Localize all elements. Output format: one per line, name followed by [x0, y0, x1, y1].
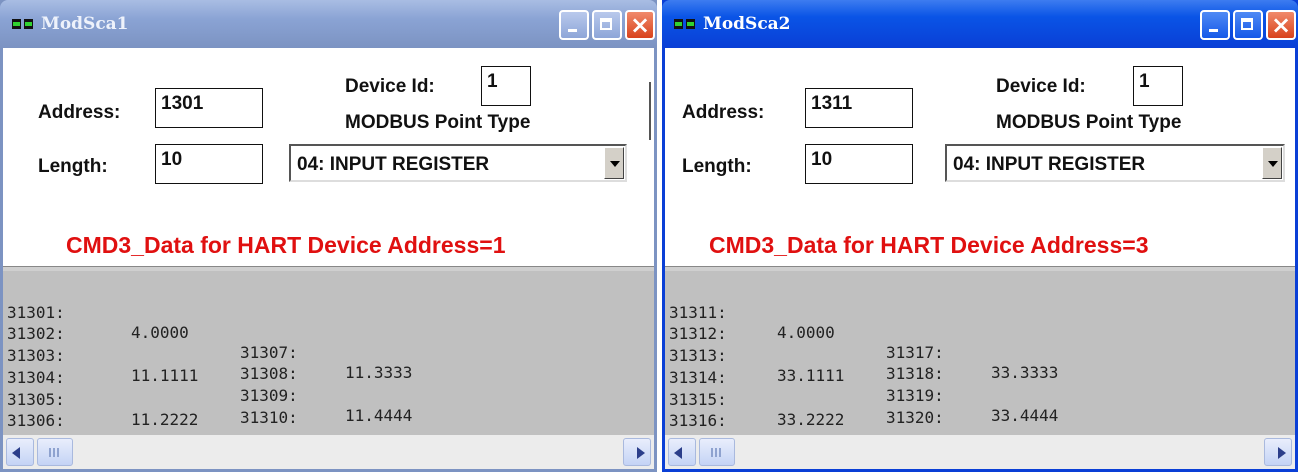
- close-icon: ×: [629, 11, 651, 39]
- scroll-thumb[interactable]: [699, 438, 735, 466]
- register-value: 4.0000: [777, 323, 835, 342]
- scroll-right-icon[interactable]: [1264, 438, 1292, 466]
- table-row: 31315: 33.2222: [669, 370, 844, 429]
- register-address: 31319:: [886, 386, 944, 405]
- register-address: 31316:: [669, 411, 727, 430]
- table-row: 31316:: [669, 391, 727, 430]
- register-value: 33.4444: [991, 406, 1059, 425]
- device-id-label: Device Id:: [996, 76, 1086, 97]
- table-row: 31311: 4.0000 31317: 33.3333: [669, 283, 1058, 382]
- close-button[interactable]: ×: [1266, 10, 1296, 40]
- register-address: 31307:: [240, 343, 298, 362]
- register-value: 11.1111: [131, 366, 199, 385]
- maximize-button[interactable]: [1233, 10, 1263, 40]
- register-value: 11.3333: [345, 363, 413, 382]
- table-row: 31304: 31310:: [7, 348, 298, 427]
- address-field[interactable]: 1311: [805, 88, 913, 128]
- length-field[interactable]: 10: [155, 144, 263, 184]
- point-type-select[interactable]: 04: INPUT REGISTER: [289, 144, 627, 182]
- table-row: 31314: 31320:: [669, 348, 944, 427]
- point-type-value: 04: INPUT REGISTER: [953, 154, 1146, 175]
- point-type-value: 04: INPUT REGISTER: [297, 154, 490, 175]
- close-button[interactable]: ×: [625, 10, 655, 40]
- address-label: Address:: [38, 102, 121, 123]
- app-icon: [12, 19, 34, 29]
- divider-mark: [649, 82, 651, 140]
- table-row: 31306:: [7, 391, 65, 430]
- modscan-window-1: ModSca1 × Address: 1301 Length: 10 Devic…: [0, 0, 657, 472]
- table-row: 31313: 33.1111 31319: 33.4444: [669, 326, 1058, 425]
- chevron-down-icon[interactable]: [1262, 147, 1282, 179]
- register-value: 33.3333: [991, 363, 1059, 382]
- register-address: 31306:: [7, 411, 65, 430]
- register-value: 11.4444: [345, 406, 413, 425]
- address-field[interactable]: 1301: [155, 88, 263, 128]
- table-row: 31312: 31318:: [669, 304, 944, 383]
- device-id-field[interactable]: 1: [1133, 66, 1183, 106]
- horizontal-scrollbar[interactable]: [3, 435, 654, 469]
- window-title: ModSca2: [703, 14, 791, 34]
- modscan-window-2: ModSca2 × Address: 1311 Length: 10 Devic…: [662, 0, 1298, 472]
- point-type-select[interactable]: 04: INPUT REGISTER: [945, 144, 1285, 182]
- register-data-area: 31301: 4.0000 31307: 11.3333 31302: 3130…: [3, 271, 654, 435]
- device-id-label: Device Id:: [345, 76, 435, 97]
- title-bar[interactable]: ModSca1 ×: [0, 0, 657, 48]
- length-label: Length:: [682, 156, 752, 177]
- register-address: 31310:: [240, 408, 298, 427]
- register-address: 31318:: [886, 364, 944, 383]
- register-address: 31308:: [240, 364, 298, 383]
- register-address: 31317:: [886, 343, 944, 362]
- register-data-area: 31311: 4.0000 31317: 33.3333 31312: 3131…: [665, 271, 1295, 435]
- title-bar[interactable]: ModSca2 ×: [662, 0, 1298, 48]
- scroll-thumb[interactable]: [37, 438, 73, 466]
- settings-pane: Address: 1311 Length: 10 Device Id: 1 MO…: [665, 48, 1295, 266]
- scroll-left-icon[interactable]: [6, 438, 34, 466]
- horizontal-scrollbar[interactable]: [665, 435, 1295, 469]
- register-address: 31320:: [886, 408, 944, 427]
- chevron-down-icon[interactable]: [604, 147, 624, 179]
- device-heading: CMD3_Data for HART Device Address=1: [66, 232, 506, 258]
- register-value: 33.2222: [777, 410, 845, 429]
- point-type-label: MODBUS Point Type: [345, 112, 531, 133]
- table-row: 31301: 4.0000 31307: 11.3333: [7, 283, 412, 382]
- device-heading: CMD3_Data for HART Device Address=3: [709, 232, 1149, 258]
- length-field[interactable]: 10: [805, 144, 913, 184]
- maximize-button[interactable]: [592, 10, 622, 40]
- app-icon: [674, 19, 696, 29]
- register-value: 33.1111: [777, 366, 845, 385]
- table-row: 31303: 11.1111 31309: 11.4444: [7, 326, 412, 425]
- settings-pane: Address: 1301 Length: 10 Device Id: 1 MO…: [3, 48, 654, 266]
- window-title: ModSca1: [41, 14, 129, 34]
- minimize-button[interactable]: [1200, 10, 1230, 40]
- minimize-button[interactable]: [559, 10, 589, 40]
- register-value: 4.0000: [131, 323, 189, 342]
- address-label: Address:: [682, 102, 765, 123]
- register-value: 11.2222: [131, 410, 199, 429]
- scroll-left-icon[interactable]: [668, 438, 696, 466]
- table-row: 31302: 31308:: [7, 304, 298, 383]
- device-id-field[interactable]: 1: [481, 66, 531, 106]
- length-label: Length:: [38, 156, 108, 177]
- close-icon: ×: [1270, 11, 1292, 39]
- table-row: 31305: 11.2222: [7, 370, 198, 429]
- point-type-label: MODBUS Point Type: [996, 112, 1182, 133]
- register-address: 31309:: [240, 386, 298, 405]
- scroll-right-icon[interactable]: [623, 438, 651, 466]
